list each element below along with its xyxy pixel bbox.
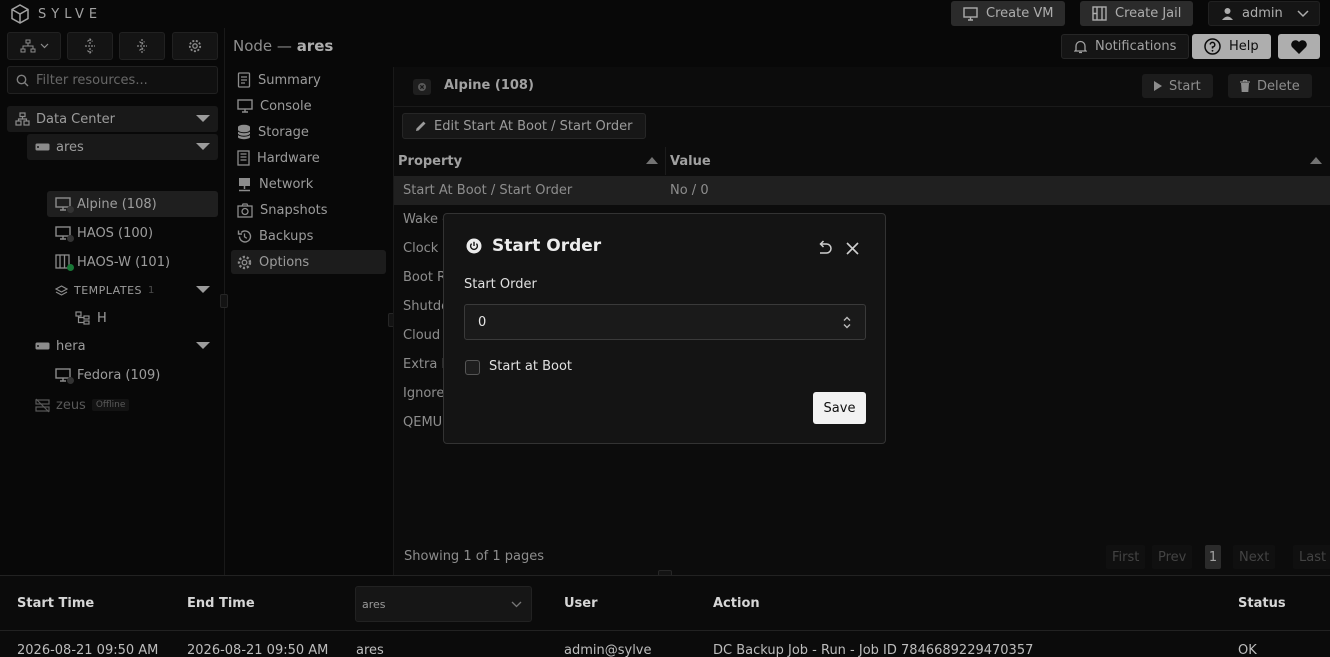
close-icon[interactable]	[846, 242, 859, 255]
log-divider	[0, 630, 1330, 631]
chevron-down-icon	[511, 601, 522, 608]
log-header-start-time[interactable]: Start Time	[17, 596, 94, 611]
log-header-end-time[interactable]: End Time	[187, 596, 255, 611]
log-cell-end: 2026-08-21 09:50 AM	[187, 643, 329, 657]
start-order-dialog: Start Order Start Order 0 Start at Boot …	[443, 213, 886, 444]
log-cell-user: admin@sylve	[564, 643, 652, 657]
stepper-chevrons-icon[interactable]	[842, 315, 852, 330]
dialog-title: Start Order	[492, 236, 602, 256]
reset-icon[interactable]	[816, 240, 833, 256]
log-cell-status: OK	[1238, 643, 1257, 657]
node-filter-select[interactable]: ares	[355, 586, 532, 622]
start-at-boot-checkbox[interactable]	[465, 360, 480, 375]
log-header-status[interactable]: Status	[1238, 596, 1286, 611]
log-cell-node: ares	[356, 643, 384, 657]
start-at-boot-label[interactable]: Start at Boot	[489, 359, 572, 374]
power-icon	[466, 238, 482, 254]
log-header-action[interactable]: Action	[713, 596, 760, 611]
log-header-user[interactable]: User	[564, 596, 598, 611]
start-order-label: Start Order	[464, 277, 537, 292]
log-cell-action: DC Backup Job - Run - Job ID 78466892294…	[713, 643, 1034, 657]
save-button[interactable]: Save	[813, 392, 866, 424]
log-cell-start: 2026-08-21 09:50 AM	[17, 643, 159, 657]
start-order-input[interactable]: 0	[464, 304, 866, 340]
audit-log-table: Start Time End Time ares User Action Sta…	[0, 575, 1330, 657]
